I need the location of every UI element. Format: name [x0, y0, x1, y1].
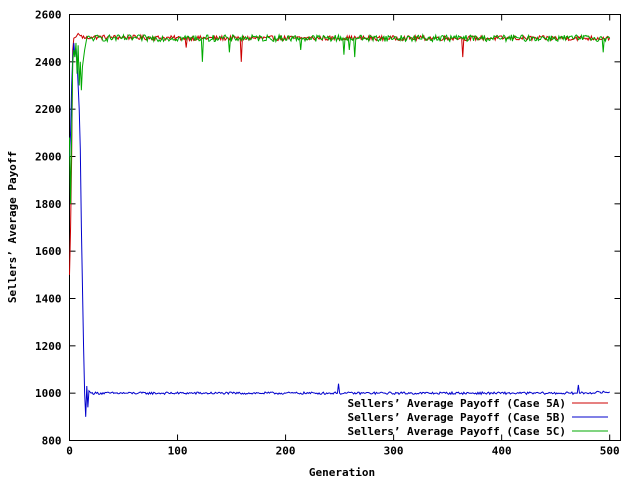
- y-axis-label: Sellers’ Average Payoff: [6, 151, 19, 303]
- x-tick-label: 500: [600, 445, 620, 458]
- legend-label: Sellers’ Average Payoff (Case 5C): [347, 425, 566, 438]
- y-tick-label: 2400: [35, 56, 62, 69]
- x-axis-label: Generation: [309, 466, 375, 479]
- x-tick-label: 400: [492, 445, 512, 458]
- y-tick-label: 1400: [35, 293, 62, 306]
- y-tick-label: 2000: [35, 151, 62, 164]
- x-tick-label: 100: [168, 445, 188, 458]
- x-tick-label: 0: [66, 445, 73, 458]
- axis-ticks: 800 1000 1200 1400 1600 1800 2000 2200 2400 2600 0…: [35, 9, 621, 458]
- legend: Sellers’ Average Payoff (Case 5A)Sellers…: [347, 397, 608, 438]
- x-tick-label: 300: [384, 445, 404, 458]
- y-tick-label: 2600: [35, 9, 62, 22]
- y-tick-label: 1600: [35, 245, 62, 258]
- legend-label: Sellers’ Average Payoff (Case 5B): [347, 411, 566, 424]
- series-line-2: [69, 42, 610, 417]
- plot-frame: [69, 14, 621, 441]
- series-lines: [69, 32, 611, 417]
- y-tick-label: 800: [42, 435, 62, 448]
- x-tick-label: 200: [276, 445, 296, 458]
- y-tick-label: 1800: [35, 198, 62, 211]
- y-tick-label: 2200: [35, 103, 62, 116]
- series-line-3: [69, 33, 611, 204]
- legend-label: Sellers’ Average Payoff (Case 5A): [347, 397, 566, 410]
- series-line-1: [69, 32, 611, 275]
- y-tick-label: 1200: [35, 340, 62, 353]
- y-tick-label: 1000: [35, 387, 62, 400]
- chart: 800 1000 1200 1400 1600 1800 2000 2200 2400 2600 0…: [6, 9, 621, 479]
